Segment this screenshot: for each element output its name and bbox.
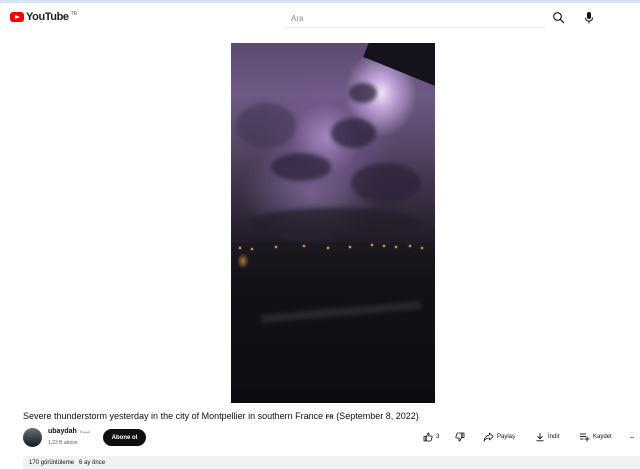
- subscribe-button[interactable]: Abone ol: [103, 429, 146, 446]
- video-frame-ground: [231, 243, 435, 403]
- view-count: 170 görüntüleme: [29, 460, 75, 466]
- youtube-play-icon: [10, 12, 24, 22]
- voice-search-button[interactable]: [583, 11, 595, 25]
- download-button[interactable]: İndir: [535, 430, 560, 444]
- search-button[interactable]: [552, 11, 566, 25]
- search-input[interactable]: [283, 8, 546, 28]
- video-title-date: (September 8, 2022): [336, 411, 419, 421]
- flag-emoji: FR: [325, 415, 334, 421]
- download-icon: [536, 433, 544, 442]
- channel-avatar[interactable]: [23, 428, 42, 447]
- share-label: Paylaş: [497, 434, 516, 440]
- subscriber-count: 1,23 B abone: [48, 440, 78, 446]
- like-count: 3: [436, 434, 440, 440]
- share-button[interactable]: Paylaş: [483, 430, 515, 444]
- city-lights: [231, 243, 435, 255]
- video-title-text: Severe thunderstorm yesterday in the cit…: [23, 411, 324, 421]
- download-label: İndir: [548, 434, 560, 440]
- youtube-logo[interactable]: YouTube TR: [10, 10, 77, 26]
- dislike-button[interactable]: [455, 430, 465, 444]
- like-button[interactable]: 3: [423, 430, 439, 444]
- search-box: [283, 8, 546, 28]
- thumbs-up-icon: [423, 432, 433, 442]
- channel-name[interactable]: ubaydah عبيدة: [48, 428, 91, 435]
- thumbs-down-icon: [455, 432, 465, 442]
- more-icon: ···: [629, 432, 635, 442]
- search-icon: [553, 12, 565, 24]
- channel-alt-name: عبيدة: [79, 429, 92, 435]
- masthead: YouTube TR: [0, 3, 640, 33]
- mic-icon: [585, 12, 593, 24]
- save-label: Kaydet: [593, 434, 612, 440]
- upload-date: 6 ay önce: [79, 460, 106, 466]
- street-light-glow: [237, 253, 249, 269]
- description-box[interactable]: 170 görüntüleme 6 ay önce: [23, 456, 640, 469]
- video-title: Severe thunderstorm yesterday in the cit…: [23, 410, 623, 424]
- view-info: 170 görüntüleme 6 ay önce: [29, 460, 105, 466]
- share-icon: [483, 432, 494, 442]
- country-code: TR: [70, 11, 78, 17]
- save-playlist-icon: [580, 433, 590, 442]
- video-player[interactable]: [231, 43, 435, 403]
- save-button[interactable]: Kaydet: [579, 430, 612, 444]
- channel-name-text: ubaydah: [48, 428, 77, 435]
- more-actions-button[interactable]: ···: [629, 430, 635, 444]
- logo-text: YouTube: [26, 11, 69, 23]
